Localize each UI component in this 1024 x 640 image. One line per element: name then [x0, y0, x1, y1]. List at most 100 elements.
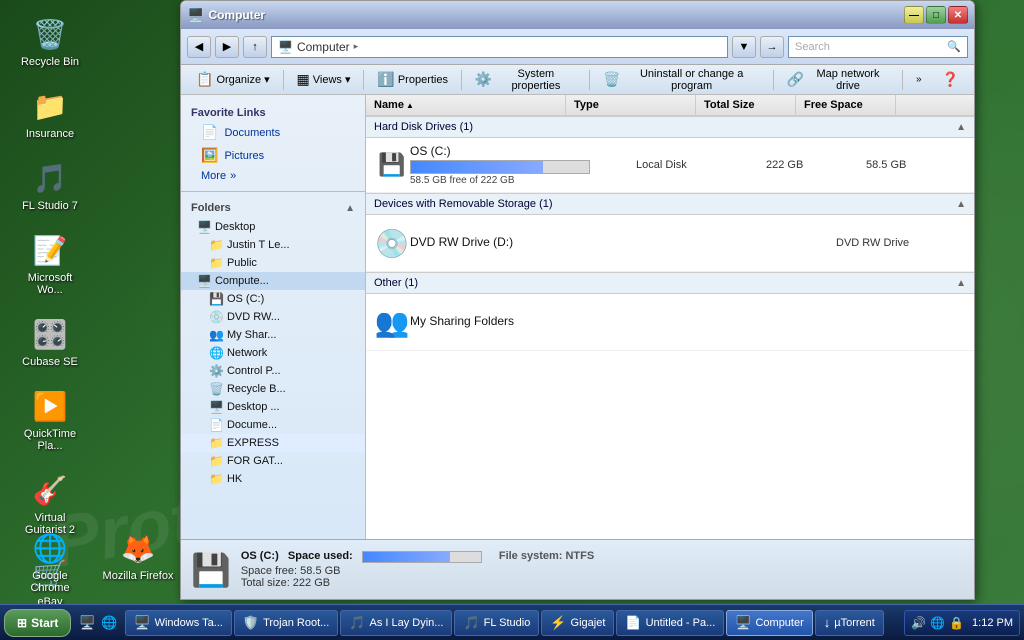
- desktop-icon-fl-studio[interactable]: 🎵 FL Studio 7: [10, 154, 90, 216]
- folder-item-network[interactable]: 🌐 Network: [181, 344, 365, 362]
- minimize-button[interactable]: —: [904, 6, 924, 24]
- column-header-name[interactable]: Name ▲: [366, 95, 566, 115]
- maximize-button[interactable]: □: [926, 6, 946, 24]
- desktop-icon-quicktime[interactable]: ▶️ QuickTime Pla...: [10, 382, 90, 456]
- folder-item-computer[interactable]: 🖥️ Compute...: [181, 272, 365, 290]
- folders-header[interactable]: Folders ▲: [181, 198, 365, 218]
- folder-item-sharing[interactable]: 👥 My Shar...: [181, 326, 365, 344]
- start-button[interactable]: ⊞ Start: [4, 609, 71, 637]
- favorite-links-title: Favorite Links: [181, 103, 365, 121]
- desktop-icon-chrome[interactable]: 🌐 Google Chrome: [10, 524, 90, 598]
- taskbar-task-untitled[interactable]: 📄 Untitled - Pa...: [616, 610, 724, 636]
- quick-launch-area: 🖥️ 🌐: [77, 613, 119, 633]
- views-button[interactable]: ▦ Views ▾: [288, 68, 360, 92]
- folder-network-icon: 🌐: [209, 346, 224, 360]
- sys-tray-icon-2[interactable]: 🌐: [930, 616, 945, 630]
- explorer-window: 🖥️ Computer — □ ✕ ◀ ▶ ↑ 🖥️ Computer ▸ ▼ …: [180, 0, 975, 600]
- file-item-sharing[interactable]: 👥 My Sharing Folders: [366, 294, 974, 351]
- taskbar-task-windows-ta[interactable]: 🖥️ Windows Ta...: [125, 610, 231, 636]
- sidebar-link-documents[interactable]: 📄 Documents: [181, 121, 365, 144]
- folder-docs2-icon: 📄: [209, 418, 224, 432]
- other-section-header[interactable]: Other (1) ▲: [366, 272, 974, 294]
- close-button[interactable]: ✕: [948, 6, 968, 24]
- gigajet-icon: ⚡: [550, 615, 566, 631]
- desktop-icon-cubase[interactable]: 🎛️ Cubase SE: [10, 310, 90, 372]
- sys-tray-icon-1[interactable]: 🔊: [911, 616, 926, 630]
- back-button[interactable]: ◀: [187, 36, 211, 58]
- folder-desktop-icon: 🖥️: [197, 220, 212, 234]
- folder-item-desktop2[interactable]: 🖥️ Desktop ...: [181, 398, 365, 416]
- folder-public-icon: 📁: [209, 256, 224, 270]
- taskbar-task-flstudio[interactable]: 🎵 FL Studio: [454, 610, 539, 636]
- status-space-used: [363, 552, 450, 562]
- folder-item-control-panel[interactable]: ⚙️ Control P...: [181, 362, 365, 380]
- column-header-total[interactable]: Total Size: [696, 95, 796, 115]
- organize-button[interactable]: 📋 Organize ▾: [187, 68, 279, 92]
- pictures-icon: 🖼️: [201, 147, 218, 164]
- column-header-type[interactable]: Type: [566, 95, 696, 115]
- more-toolbar-button[interactable]: »: [907, 68, 931, 92]
- desktop-icon-recycle-bin[interactable]: 🗑️ Recycle Bin: [10, 10, 90, 72]
- desktop-icon-insurance[interactable]: 📁 Insurance: [10, 82, 90, 144]
- folder-item-public[interactable]: 📁 Public: [181, 254, 365, 272]
- folder-forgat-name: FOR GAT...: [227, 455, 283, 467]
- desktop-icon-ms-word[interactable]: 📝 Microsoft Wo...: [10, 226, 90, 300]
- quick-launch-show-desktop[interactable]: 🖥️: [77, 613, 97, 633]
- folder-item-dvd[interactable]: 💿 DVD RW...: [181, 308, 365, 326]
- help-button[interactable]: ❓: [933, 68, 968, 92]
- folder-item-justin[interactable]: 📁 Justin T Le...: [181, 236, 365, 254]
- folder-sharing-icon: 👥: [209, 328, 224, 342]
- more-links-button[interactable]: More »: [181, 167, 365, 185]
- fl-studio-label: FL Studio 7: [22, 200, 78, 212]
- drive-item-osc[interactable]: 💾 OS (C:) 58.5 GB free of 222 GB Local D…: [366, 138, 974, 193]
- folder-justin-icon: 📁: [209, 238, 224, 252]
- folder-item-osc[interactable]: 💾 OS (C:): [181, 290, 365, 308]
- map-drive-button[interactable]: 🔗 Map network drive: [777, 68, 898, 92]
- folder-computer-icon: 🖥️: [197, 274, 212, 288]
- folder-item-hk[interactable]: 📁 HK: [181, 470, 365, 488]
- folder-item-express[interactable]: 📁 EXPRESS: [181, 434, 365, 452]
- aslay-label: As I Lay Dyin...: [369, 617, 443, 629]
- system-properties-button[interactable]: ⚙️ System properties: [466, 68, 586, 92]
- content-area: Favorite Links 📄 Documents 🖼️ Pictures M…: [181, 95, 974, 539]
- properties-button[interactable]: ℹ️ Properties: [368, 68, 457, 92]
- bottom-desktop-icons: 🌐 Google Chrome 🦊 Mozilla Firefox: [10, 524, 178, 598]
- removable-section-header[interactable]: Devices with Removable Storage (1) ▲: [366, 193, 974, 215]
- hard-disk-section-header[interactable]: Hard Disk Drives (1) ▲: [366, 116, 974, 138]
- go-button[interactable]: →: [760, 36, 784, 58]
- windows-logo-icon: ⊞: [17, 616, 27, 630]
- taskbar-task-trojan[interactable]: 🛡️ Trojan Root...: [234, 610, 338, 636]
- address-computer-icon: 🖥️: [278, 40, 293, 54]
- taskbar-task-utorrent[interactable]: ↓ µTorrent: [815, 610, 884, 636]
- drive-item-dvd[interactable]: 💿 DVD RW Drive (D:) DVD RW Drive: [366, 215, 974, 272]
- folder-desktop2-name: Desktop ...: [227, 401, 280, 413]
- organize-icon: 📋: [196, 71, 213, 88]
- address-dropdown-button[interactable]: ▼: [732, 36, 756, 58]
- title-controls: — □ ✕: [904, 6, 968, 24]
- toolbar-separator-6: [902, 70, 903, 90]
- quick-launch-ie[interactable]: 🌐: [99, 613, 119, 633]
- up-button[interactable]: ↑: [243, 36, 267, 58]
- file-list: Name ▲ Type Total Size Free Space Har: [366, 95, 974, 539]
- sidebar-link-pictures[interactable]: 🖼️ Pictures: [181, 144, 365, 167]
- address-input[interactable]: 🖥️ Computer ▸: [271, 36, 728, 58]
- column-header-free[interactable]: Free Space: [796, 95, 896, 115]
- taskbar-task-gigajet[interactable]: ⚡ Gigajet: [541, 610, 614, 636]
- uninstall-button[interactable]: 🗑️ Uninstall or change a program: [594, 68, 768, 92]
- folder-tree: 🖥️ Desktop 📁 Justin T Le... 📁 Public 🖥️ …: [181, 218, 365, 488]
- sys-tray-icon-3[interactable]: 🔒: [949, 616, 964, 630]
- desktop-icon-firefox[interactable]: 🦊 Mozilla Firefox: [98, 524, 178, 598]
- folder-item-docs2[interactable]: 📄 Docume...: [181, 416, 365, 434]
- firefox-icon: 🦊: [118, 528, 158, 568]
- folder-item-recycle[interactable]: 🗑️ Recycle B...: [181, 380, 365, 398]
- folder-item-forgat[interactable]: 📁 FOR GAT...: [181, 452, 365, 470]
- forward-button[interactable]: ▶: [215, 36, 239, 58]
- search-box[interactable]: Search 🔍: [788, 36, 968, 58]
- address-computer-label: Computer: [297, 40, 350, 54]
- search-label: Search: [795, 41, 830, 53]
- taskbar-task-computer[interactable]: 🖥️ Computer: [726, 610, 812, 636]
- taskbar-task-aslay[interactable]: 🎵 As I Lay Dyin...: [340, 610, 452, 636]
- folder-item-desktop[interactable]: 🖥️ Desktop: [181, 218, 365, 236]
- organize-dropdown-icon: ▾: [264, 73, 270, 86]
- drive-osc-total: 222 GB: [766, 159, 866, 171]
